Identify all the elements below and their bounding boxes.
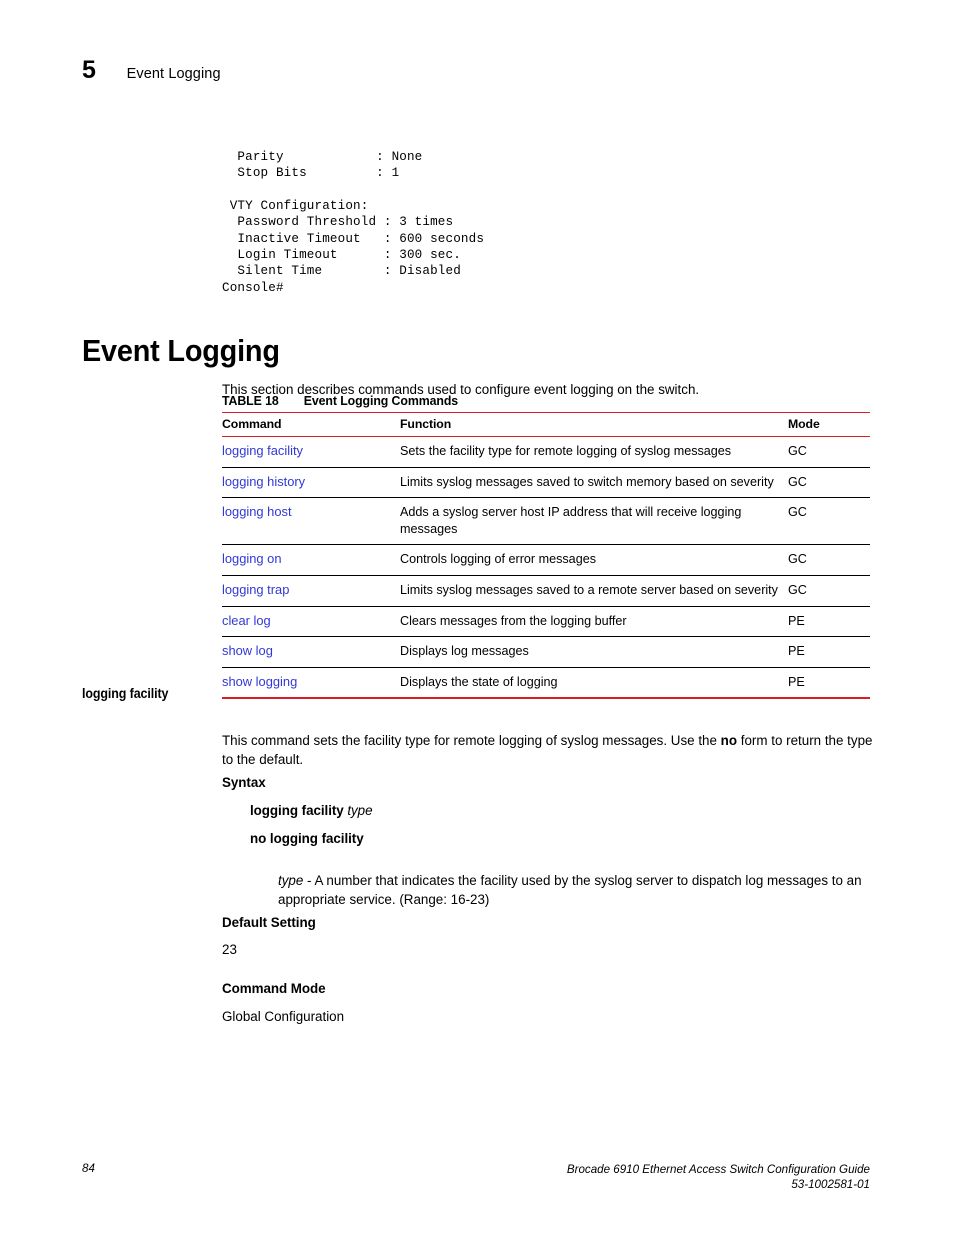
command-function: Limits syslog messages saved to a remote… <box>400 575 788 607</box>
running-header: 5 Event Logging <box>82 58 221 83</box>
table-header-row: Command Function Mode <box>222 412 870 437</box>
command-mode-value: Global Configuration <box>222 1009 345 1024</box>
footer-page-number: 84 <box>82 1162 95 1175</box>
command-mode: GC <box>788 467 870 499</box>
column-header-mode: Mode <box>788 412 870 437</box>
table-row: clear log Clears messages from the loggi… <box>222 606 870 638</box>
chapter-number: 5 <box>82 56 96 84</box>
default-setting-value: 23 <box>222 942 237 957</box>
command-description: This command sets the facility type for … <box>222 731 882 769</box>
command-function: Sets the facility type for remote loggin… <box>400 436 788 468</box>
section-heading: Event Logging <box>82 332 280 368</box>
syntax-command-name: logging facility <box>250 803 344 818</box>
syntax-argument: type <box>347 803 373 818</box>
command-function: Displays the state of logging <box>400 667 788 700</box>
command-link[interactable]: logging facility <box>222 443 303 458</box>
description-text-before: This command sets the facility type for … <box>222 733 721 749</box>
command-link[interactable]: logging history <box>222 474 305 489</box>
syntax-form-positive: logging facility type <box>250 803 373 818</box>
command-function: Controls logging of error messages <box>400 544 788 576</box>
footer-document-info: Brocade 6910 Ethernet Access Switch Conf… <box>567 1162 870 1192</box>
table-row: show log Displays log messages PE <box>222 636 870 668</box>
default-setting-heading: Default Setting <box>222 915 316 930</box>
command-function: Adds a syslog server host IP address tha… <box>400 497 788 546</box>
command-mode: PE <box>788 667 870 700</box>
table-row: logging trap Limits syslog messages save… <box>222 575 870 607</box>
chapter-title: Event Logging <box>126 66 221 82</box>
command-mode: GC <box>788 436 870 468</box>
footer-doc-title: Brocade 6910 Ethernet Access Switch Conf… <box>566 1163 870 1176</box>
command-mode: GC <box>788 497 870 546</box>
command-function: Displays log messages <box>400 636 788 668</box>
command-mode: GC <box>788 575 870 607</box>
command-mode-heading: Command Mode <box>222 981 326 996</box>
console-output-block: Parity : None Stop Bits : 1 VTY Configur… <box>222 149 485 295</box>
event-logging-commands-table: Command Function Mode logging facility S… <box>222 412 870 700</box>
argument-description-text: - A number that indicates the facility u… <box>278 873 862 908</box>
command-link[interactable]: logging trap <box>222 582 289 597</box>
command-mode: GC <box>788 544 870 576</box>
document-page: 5 Event Logging Parity : None Stop Bits … <box>0 0 954 1235</box>
table-row: show logging Displays the state of loggi… <box>222 667 870 700</box>
footer-doc-number: 53-1002581-01 <box>791 1178 870 1191</box>
column-header-function: Function <box>400 412 788 437</box>
description-no-keyword: no <box>720 733 738 749</box>
command-function: Limits syslog messages saved to switch m… <box>400 467 788 499</box>
table-row: logging on Controls logging of error mes… <box>222 544 870 576</box>
table-row: logging host Adds a syslog server host I… <box>222 497 870 546</box>
command-mode: PE <box>788 636 870 668</box>
table-caption-number: TABLE 18 <box>222 393 279 408</box>
command-link[interactable]: logging host <box>222 504 292 519</box>
command-link[interactable]: logging on <box>222 551 282 566</box>
command-link[interactable]: show log <box>222 643 273 658</box>
table-row: logging history Limits syslog messages s… <box>222 467 870 499</box>
command-link[interactable]: show logging <box>222 674 297 689</box>
table-caption-title: Event Logging Commands <box>303 393 459 408</box>
table-caption: TABLE 18 Event Logging Commands <box>222 393 458 408</box>
command-mode: PE <box>788 606 870 638</box>
side-head-logging-facility: logging facility <box>82 686 169 701</box>
argument-description: type - A number that indicates the facil… <box>278 871 878 909</box>
column-header-command: Command <box>222 412 400 437</box>
syntax-heading: Syntax <box>222 775 266 790</box>
command-function: Clears messages from the logging buffer <box>400 606 788 638</box>
command-link[interactable]: clear log <box>222 613 271 628</box>
table-row: logging facility Sets the facility type … <box>222 436 870 468</box>
argument-name: type <box>278 873 304 889</box>
table-body: logging facility Sets the facility type … <box>222 436 870 700</box>
syntax-form-negative: no logging facility <box>250 831 364 846</box>
